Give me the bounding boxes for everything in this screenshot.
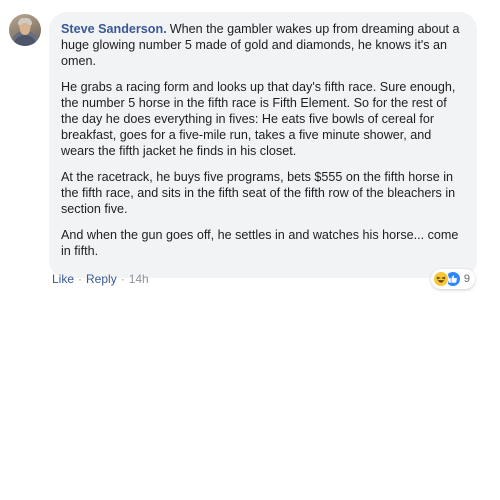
separator-dot: · bbox=[120, 272, 125, 286]
comment-bubble: Steve Sanderson. When the gambler wakes u… bbox=[49, 12, 477, 289]
reactions-summary[interactable]: 9 bbox=[430, 269, 475, 289]
comment-paragraph-1: Steve Sanderson. When the gambler wakes u… bbox=[61, 21, 465, 69]
avatar-face bbox=[20, 23, 30, 35]
separator-dot: · bbox=[78, 272, 83, 286]
comment-actions: Like · Reply · 14h bbox=[52, 272, 149, 286]
comment-paragraph-2: He grabs a racing form and looks up that… bbox=[61, 80, 456, 158]
avatar[interactable] bbox=[9, 14, 41, 46]
comment-paragraph-4: And when the gun goes off, he settles in… bbox=[61, 228, 459, 258]
haha-icon bbox=[432, 271, 449, 287]
reaction-count: 9 bbox=[463, 273, 470, 285]
like-link[interactable]: Like bbox=[52, 272, 74, 286]
reply-link[interactable]: Reply bbox=[86, 272, 117, 286]
timestamp[interactable]: 14h bbox=[129, 272, 149, 286]
comment-paragraph-3: At the racetrack, he buys five programs,… bbox=[61, 170, 456, 216]
avatar-shirt bbox=[13, 35, 37, 46]
author-name[interactable]: Steve Sanderson. bbox=[61, 22, 167, 36]
